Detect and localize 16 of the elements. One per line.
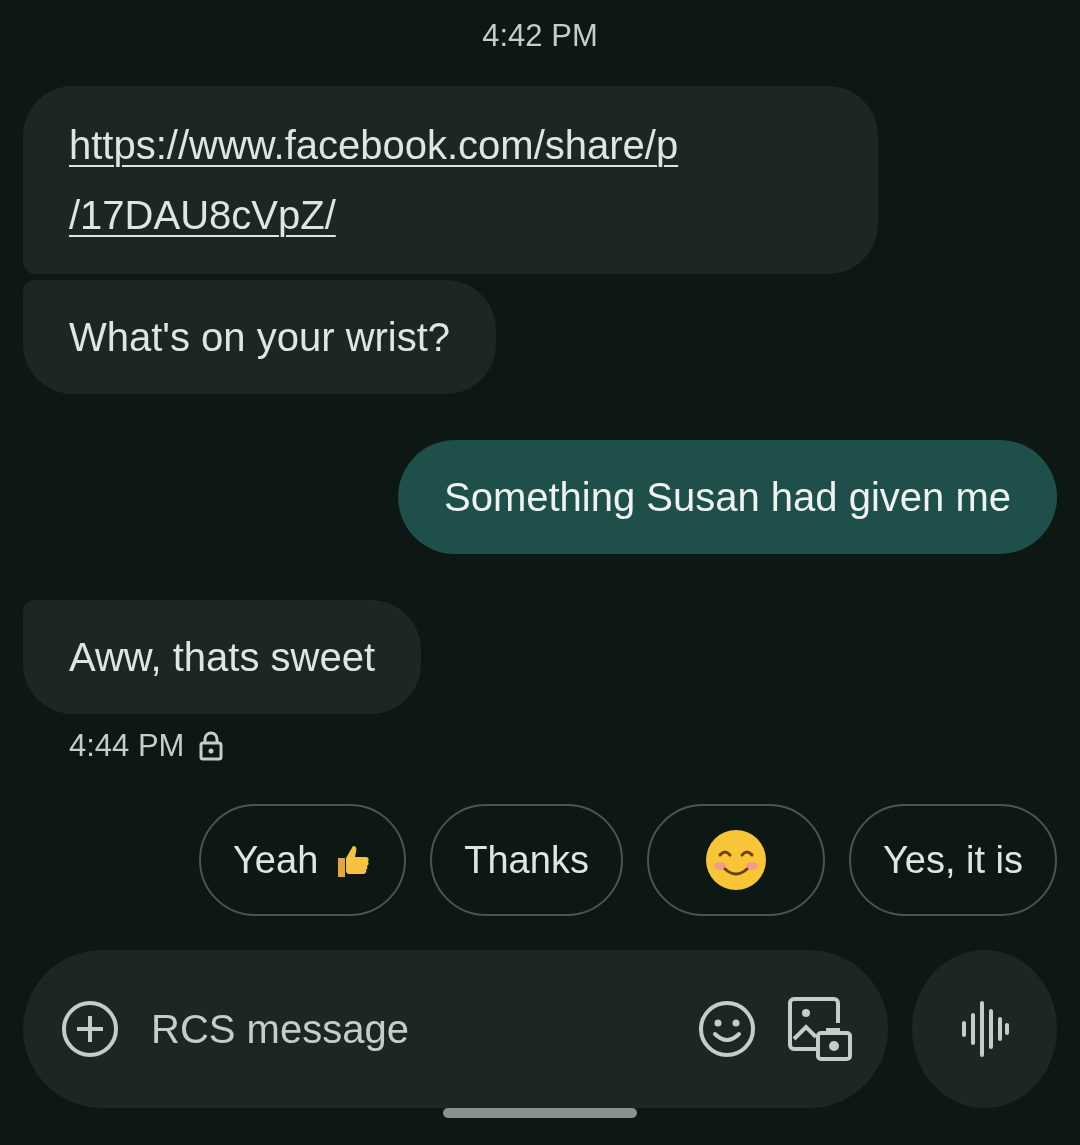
received-message: What's on your wrist?	[23, 280, 497, 394]
smiley-emoji-icon	[704, 829, 767, 891]
suggestion-chip[interactable]	[646, 804, 825, 916]
link-message[interactable]: https://www.facebook.com/share/p /17DAU8cVpZ/	[23, 86, 879, 274]
waveform-icon	[959, 999, 1010, 1059]
sent-message: Something Susan had given me	[397, 440, 1057, 554]
gallery-camera-icon[interactable]	[786, 995, 854, 1063]
add-icon[interactable]	[61, 1000, 119, 1058]
emoji-icon[interactable]	[698, 1000, 756, 1058]
message-field[interactable]: RCS message	[149, 1005, 668, 1053]
received-message: Aww, thats sweet	[23, 600, 422, 714]
suggestion-chip[interactable]: Yes, it is	[848, 804, 1057, 916]
suggestion-chip[interactable]: Thanks	[430, 804, 623, 916]
timestamp: 4:42 PM	[482, 18, 598, 54]
message-time: 4:44 PM	[69, 728, 185, 764]
suggestion-chip[interactable]: Yeah	[199, 804, 407, 916]
